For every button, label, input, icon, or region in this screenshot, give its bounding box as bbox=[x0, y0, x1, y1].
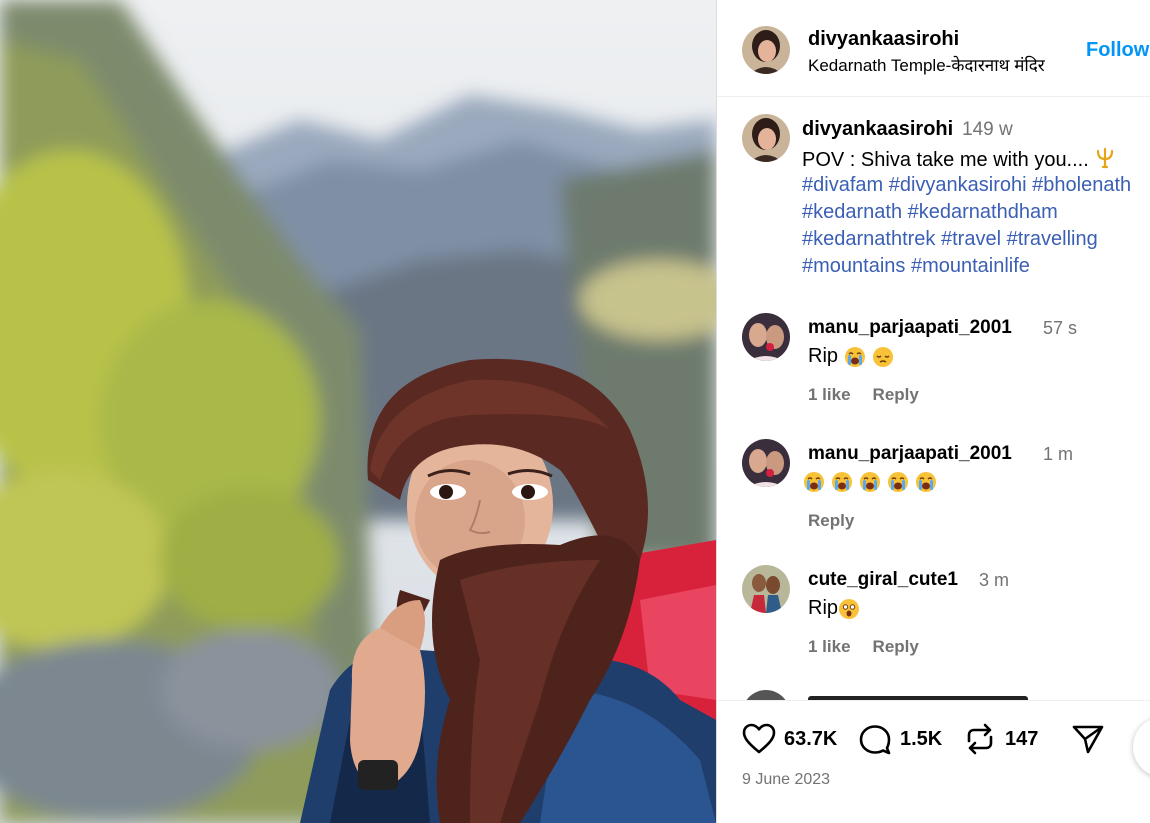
caption-author-avatar[interactable] bbox=[742, 114, 790, 162]
comment-meta: 1 like Reply bbox=[808, 637, 919, 657]
reply-button[interactable]: Reply bbox=[873, 637, 919, 657]
repost-button[interactable]: 147 bbox=[963, 723, 1038, 755]
repost-icon bbox=[967, 723, 993, 755]
photo-illustration bbox=[0, 0, 716, 823]
sad-emoji bbox=[872, 346, 894, 368]
comment-meta: Reply bbox=[808, 511, 854, 531]
comment-icon bbox=[859, 725, 891, 755]
crying-emoji bbox=[844, 346, 866, 368]
hashtag-link[interactable]: #mountainlife bbox=[911, 255, 1030, 277]
share-icon bbox=[1072, 725, 1104, 754]
hashtag-link[interactable]: #kedarnathdham bbox=[908, 201, 1058, 223]
hashtag-link[interactable]: #divyankasirohi bbox=[889, 174, 1027, 196]
trident-emoji bbox=[1094, 147, 1116, 169]
commenter-username[interactable]: cute_giral_cute1 bbox=[808, 569, 958, 591]
caption-text: POV : Shiva take me with you.... bbox=[802, 149, 1089, 171]
post-photo[interactable] bbox=[0, 0, 716, 823]
commenter-username[interactable]: manu_parjaapati_2001 bbox=[808, 443, 1012, 465]
reply-button[interactable]: Reply bbox=[873, 385, 919, 405]
hashtag-line-3: #kedarnathtrek #travel #travelling bbox=[802, 228, 1098, 251]
hashtag-link[interactable]: #divafam bbox=[802, 174, 883, 196]
heart-icon bbox=[742, 723, 776, 754]
comment-age: 1 m bbox=[1043, 444, 1074, 464]
follow-button[interactable]: Follow bbox=[1086, 39, 1149, 62]
hashtag-line-1: #divafam #divyankasirohi #bholenath bbox=[802, 174, 1131, 197]
post-actions: 63.7K 1.5K 147 9 June 2023 bbox=[717, 700, 1150, 823]
crying-emoji bbox=[915, 471, 937, 493]
caption-text-line: POV : Shiva take me with you.... bbox=[802, 147, 1116, 172]
post-header: divyankaasirohi Kedarnath Temple-केदारना… bbox=[717, 0, 1150, 97]
hashtag-link[interactable]: #bholenath bbox=[1032, 174, 1131, 196]
comment-text: Rip bbox=[808, 597, 860, 620]
like-count: 63.7K bbox=[784, 727, 838, 750]
comment-item: manu_parjaapati_2001 1 m Reply bbox=[717, 439, 1150, 549]
caption-author-username[interactable]: divyankaasirohi bbox=[802, 118, 953, 141]
post-side-panel: divyankaasirohi Kedarnath Temple-केदारना… bbox=[716, 0, 1150, 823]
comment-age: 3 m bbox=[979, 570, 1010, 590]
comment-item: manu_parjaapati_2001 57 s Rip 1 like Rep… bbox=[717, 313, 1150, 423]
instagram-post: divyankaasirohi Kedarnath Temple-केदारना… bbox=[0, 0, 1150, 823]
hashtag-link[interactable]: #kedarnath bbox=[802, 201, 902, 223]
commenter-avatar[interactable] bbox=[742, 565, 790, 613]
commenter-username[interactable]: manu_parjaapati_2001 bbox=[808, 317, 1012, 339]
comment-count: 1.5K bbox=[900, 727, 943, 750]
hashtag-link[interactable]: #travelling bbox=[1007, 228, 1098, 250]
post-date: 9 June 2023 bbox=[742, 771, 831, 788]
hashtag-link[interactable]: #mountains bbox=[802, 255, 905, 277]
crying-emoji bbox=[859, 471, 881, 493]
reply-button[interactable]: Reply bbox=[808, 511, 854, 531]
commenter-avatar[interactable] bbox=[742, 313, 790, 361]
hashtag-line-4: #mountains #mountainlife bbox=[802, 255, 1030, 278]
comment-text-value: Rip bbox=[808, 345, 839, 367]
author-avatar[interactable] bbox=[742, 26, 790, 74]
repost-count: 147 bbox=[1005, 727, 1039, 750]
floating-action-button[interactable] bbox=[1133, 717, 1150, 777]
hashtag-link[interactable]: #kedarnathtrek bbox=[802, 228, 935, 250]
comment-like-count[interactable]: 1 like bbox=[808, 637, 851, 657]
comment-text bbox=[803, 471, 937, 493]
comment-item: cute_giral_cute1 3 m Rip 1 like Reply bbox=[717, 565, 1150, 675]
author-username[interactable]: divyankaasirohi bbox=[808, 28, 959, 51]
comment-age: 57 s bbox=[1043, 318, 1078, 338]
comment-like-count[interactable]: 1 like bbox=[808, 385, 851, 405]
crying-emoji bbox=[831, 471, 853, 493]
crying-emoji bbox=[803, 471, 825, 493]
hashtag-link[interactable]: #travel bbox=[941, 228, 1001, 250]
commenter-avatar[interactable] bbox=[742, 439, 790, 487]
comment-text-value: Rip bbox=[808, 597, 839, 619]
crying-emoji bbox=[887, 471, 909, 493]
like-button[interactable]: 63.7K bbox=[742, 723, 837, 755]
hashtag-line-2: #kedarnath #kedarnathdham bbox=[802, 201, 1058, 224]
share-button[interactable] bbox=[1071, 723, 1105, 755]
shocked-emoji bbox=[838, 598, 860, 620]
caption-age: 149 w bbox=[962, 119, 1013, 140]
comment-button[interactable]: 1.5K bbox=[858, 723, 942, 755]
comment-meta: 1 like Reply bbox=[808, 385, 919, 405]
comment-text: Rip bbox=[808, 345, 894, 368]
post-location[interactable]: Kedarnath Temple-केदारनाथ मंदिर bbox=[808, 53, 1045, 76]
